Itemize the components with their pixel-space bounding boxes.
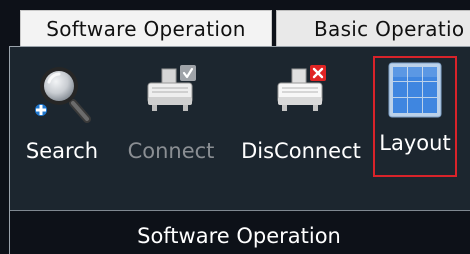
device-check-icon: [147, 65, 196, 111]
tab-strip: Software Operation Basic Operatio: [0, 0, 470, 52]
tab-software-operation[interactable]: Software Operation: [20, 10, 272, 46]
layout-button[interactable]: Layout: [373, 56, 457, 177]
ribbon-panel: Search Connect DisConnect Layout Softwar…: [9, 46, 470, 254]
tab-basic-operation[interactable]: Basic Operatio: [276, 10, 470, 46]
grid-layout-icon: [388, 62, 442, 118]
connect-button-label: Connect: [127, 139, 215, 163]
disconnect-button[interactable]: DisConnect: [236, 56, 366, 222]
ribbon-group-bar: Software Operation: [10, 210, 470, 254]
layout-button-label: Layout: [379, 131, 451, 155]
disconnect-button-label: DisConnect: [241, 139, 361, 163]
search-button-label: Search: [25, 139, 99, 163]
ribbon-group-caption: Software Operation: [137, 224, 341, 248]
search-button[interactable]: Search: [22, 56, 102, 222]
device-x-icon: [277, 65, 326, 111]
app-window: Software Operation Basic Operatio Search…: [0, 0, 470, 254]
connect-button[interactable]: Connect: [128, 56, 214, 222]
magnifier-icon: [35, 67, 91, 123]
